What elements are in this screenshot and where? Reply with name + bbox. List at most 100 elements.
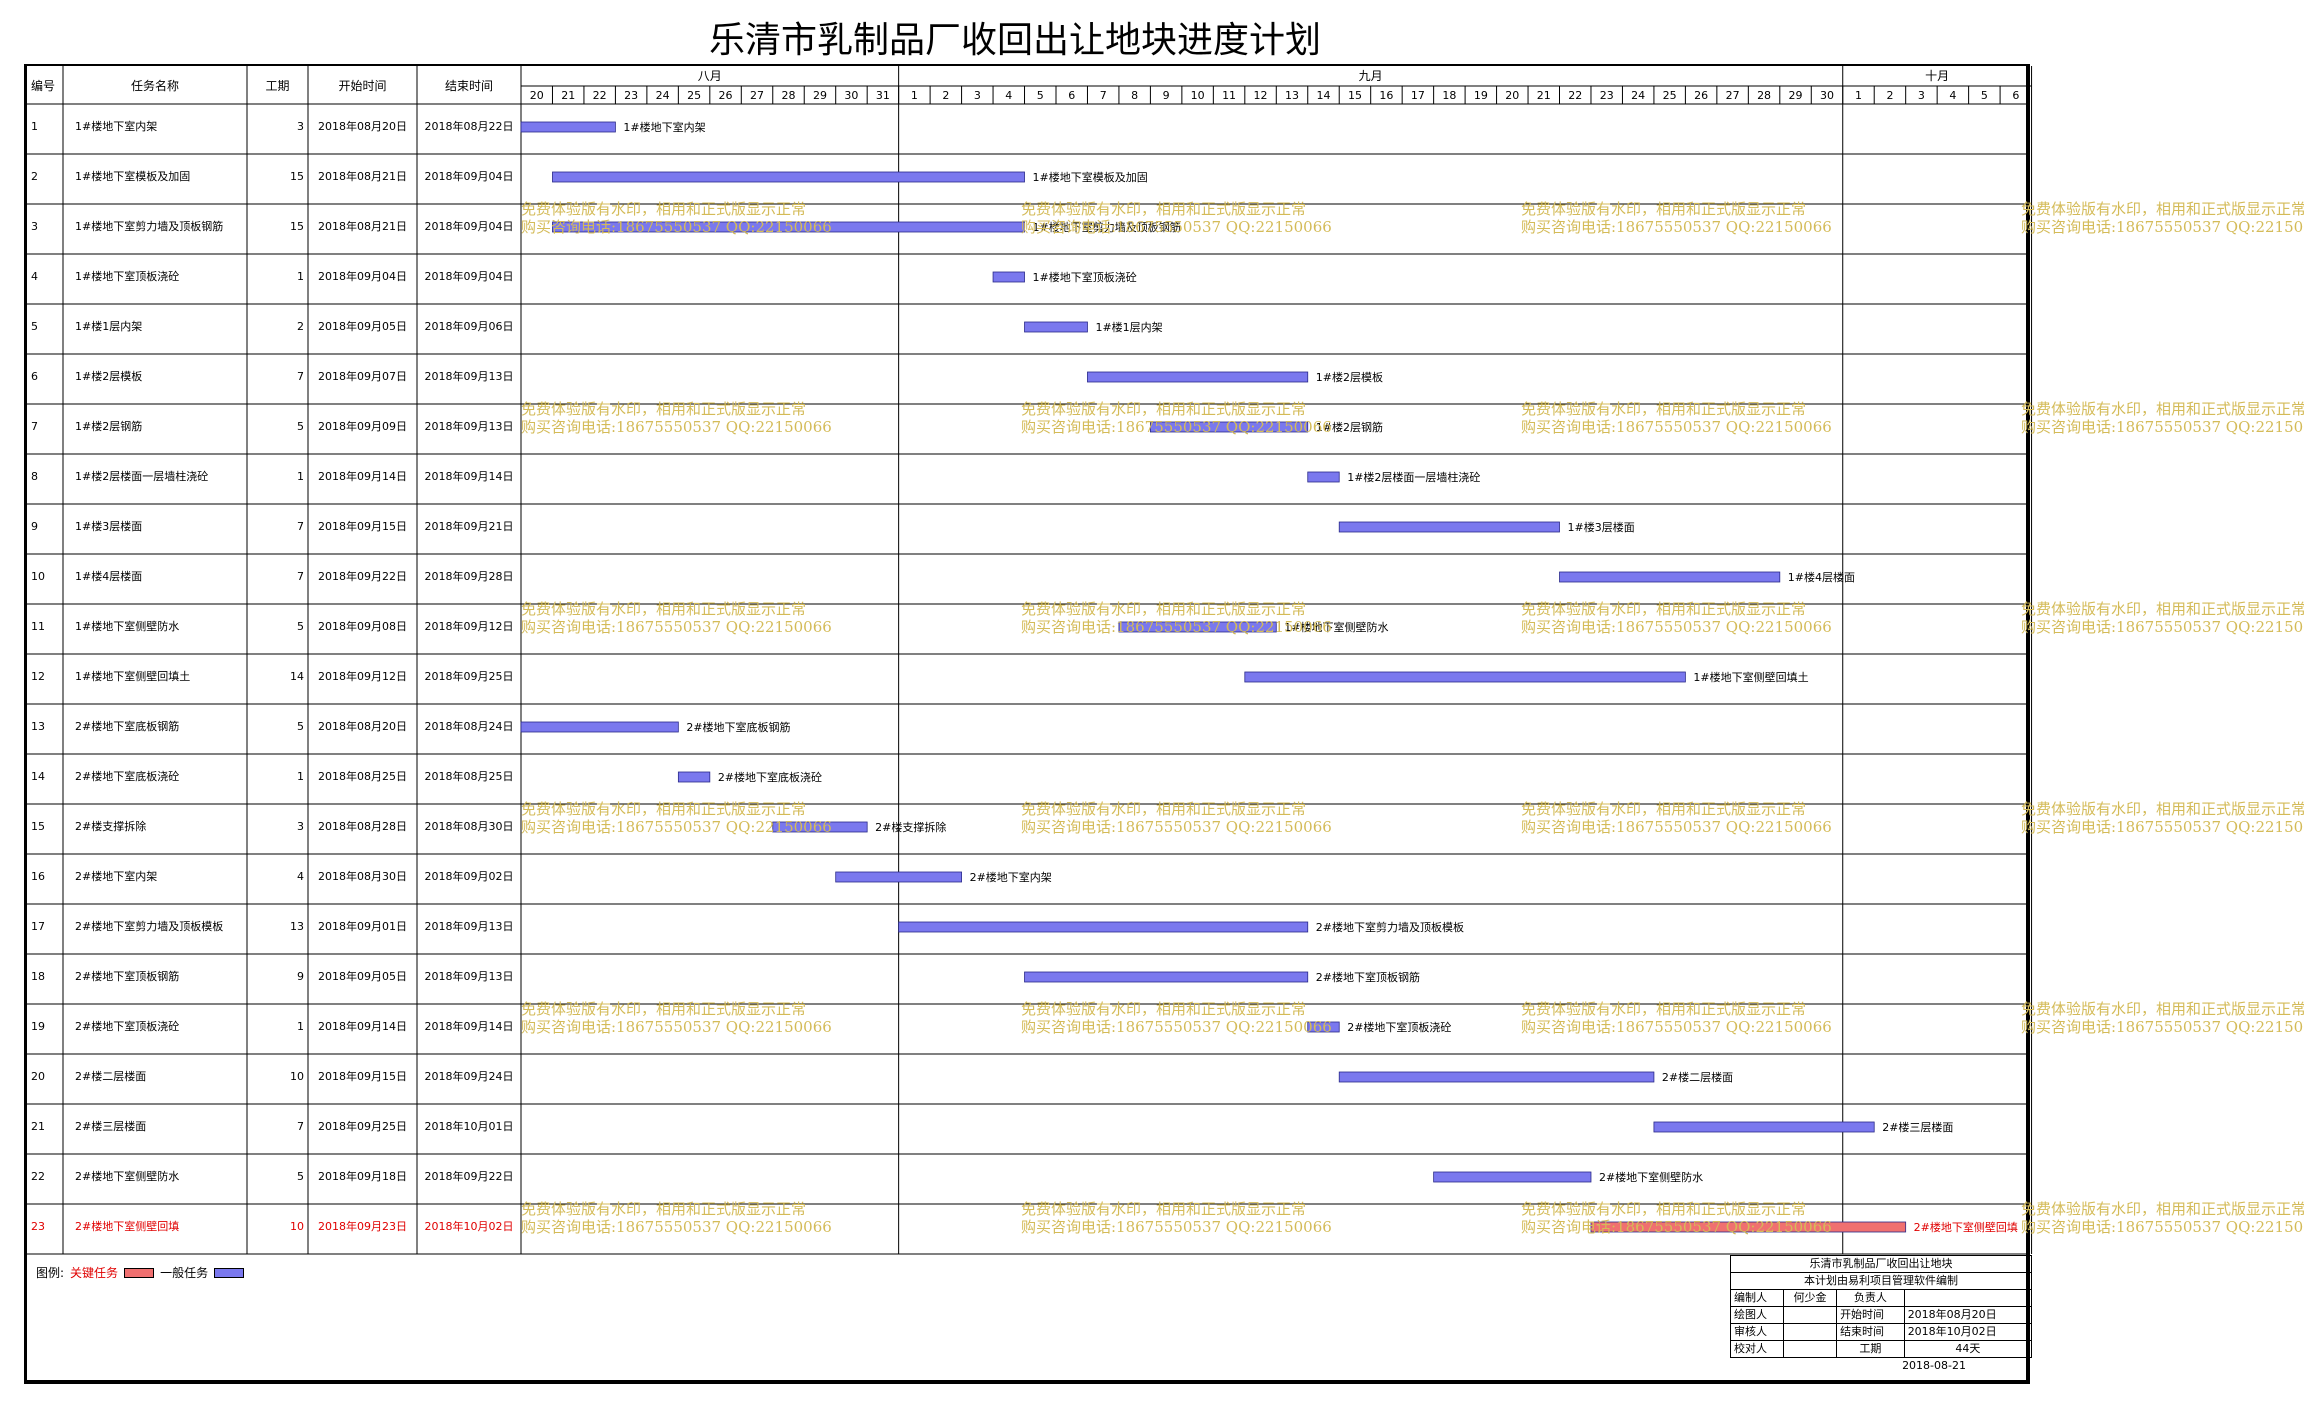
info-dur-label: 工期 — [1836, 1340, 1905, 1358]
day-tick-label: 6 — [1068, 89, 1075, 102]
task-no: 22 — [31, 1170, 45, 1183]
task-duration: 1 — [297, 770, 304, 783]
task-end: 2018年09月13日 — [425, 419, 514, 433]
task-no: 18 — [31, 970, 45, 983]
day-tick-label: 1 — [911, 89, 918, 102]
day-tick-label: 13 — [1285, 89, 1299, 102]
task-bar — [992, 271, 1025, 283]
task-no: 10 — [31, 570, 45, 583]
task-bar — [552, 171, 1025, 183]
day-tick-label: 30 — [1820, 89, 1834, 102]
task-no: 4 — [31, 270, 38, 283]
task-duration: 1 — [297, 470, 304, 483]
task-bar — [1307, 471, 1340, 483]
task-duration: 7 — [297, 570, 304, 583]
task-duration: 7 — [297, 520, 304, 533]
task-duration: 14 — [290, 670, 304, 683]
task-end: 2018年08月25日 — [425, 769, 514, 783]
info-block: 乐清市乳制品厂收回出让地块 本计划由易利项目管理软件编制 编制人 何少金 负责人… — [1729, 1255, 2033, 1374]
task-bar — [1338, 1071, 1655, 1083]
day-tick-label: 25 — [1663, 89, 1677, 102]
day-tick-label: 26 — [1694, 89, 1708, 102]
day-tick-label: 8 — [1131, 89, 1138, 102]
task-bar — [898, 921, 1309, 933]
task-start: 2018年09月01日 — [318, 919, 407, 933]
task-no: 7 — [31, 420, 38, 433]
task-duration: 5 — [297, 420, 304, 433]
task-bar — [1118, 621, 1277, 633]
info-end-label: 结束时间 — [1836, 1323, 1905, 1341]
day-tick-label: 5 — [1037, 89, 1044, 102]
task-duration: 15 — [290, 170, 304, 183]
task-duration: 13 — [290, 920, 304, 933]
task-no: 20 — [31, 1070, 45, 1083]
task-bar-label: 1#楼4层楼面 — [1788, 570, 1855, 584]
task-bar-label: 2#楼地下室内架 — [970, 870, 1052, 884]
task-start: 2018年09月15日 — [318, 1069, 407, 1083]
day-tick-label: 23 — [1600, 89, 1614, 102]
day-tick-label: 28 — [781, 89, 795, 102]
critical-task-bar — [1590, 1221, 1907, 1233]
task-start: 2018年08月28日 — [318, 819, 407, 833]
day-tick-label: 4 — [1949, 89, 1956, 102]
task-start: 2018年09月07日 — [318, 369, 407, 383]
day-tick-label: 5 — [1981, 89, 1988, 102]
task-start: 2018年08月21日 — [318, 169, 407, 183]
task-no: 19 — [31, 1020, 45, 1033]
task-end: 2018年09月04日 — [425, 269, 514, 283]
task-name: 2#楼地下室底板浇砼 — [75, 769, 179, 783]
task-start: 2018年09月09日 — [318, 419, 407, 433]
task-bar-label: 2#楼支撑拆除 — [875, 820, 946, 834]
task-no: 5 — [31, 320, 38, 333]
task-bar — [1338, 521, 1560, 533]
task-name: 1#楼2层楼面一层墙柱浇砼 — [75, 469, 208, 483]
legend: 图例: 关键任务 一般任务 — [36, 1265, 245, 1281]
task-start: 2018年08月30日 — [318, 869, 407, 883]
task-start: 2018年09月14日 — [318, 1019, 407, 1033]
task-end: 2018年09月12日 — [425, 619, 514, 633]
task-start: 2018年08月20日 — [318, 719, 407, 733]
info-dur: 44天 — [1903, 1340, 2033, 1358]
task-name: 2#楼地下室侧壁防水 — [75, 1169, 179, 1183]
day-tick-label: 10 — [1191, 89, 1205, 102]
task-duration: 15 — [290, 220, 304, 233]
info-editor: 何少金 — [1783, 1289, 1838, 1307]
task-no: 23 — [31, 1220, 45, 1233]
day-tick-label: 21 — [561, 89, 575, 102]
task-bar — [1653, 1121, 1875, 1133]
task-name: 1#楼2层钢筋 — [75, 419, 142, 433]
task-end: 2018年09月13日 — [425, 369, 514, 383]
day-tick-label: 24 — [1631, 89, 1645, 102]
task-bar — [552, 221, 1025, 233]
task-name: 2#楼地下室底板钢筋 — [75, 719, 179, 733]
task-end: 2018年08月22日 — [425, 119, 514, 133]
day-tick-label: 4 — [1005, 89, 1012, 102]
day-tick-label: 12 — [1254, 89, 1268, 102]
task-name: 1#楼4层楼面 — [75, 569, 142, 583]
task-duration: 7 — [297, 1120, 304, 1133]
task-name: 1#楼3层楼面 — [75, 519, 142, 533]
task-duration: 4 — [297, 870, 304, 883]
task-start: 2018年09月08日 — [318, 619, 407, 633]
task-end: 2018年09月13日 — [425, 919, 514, 933]
task-name: 2#楼地下室侧壁回填 — [75, 1219, 179, 1233]
column-header-no: 编号 — [31, 78, 55, 93]
info-checker — [1783, 1340, 1838, 1358]
task-name: 1#楼地下室模板及加固 — [75, 169, 190, 183]
task-start: 2018年09月18日 — [318, 1169, 407, 1183]
info-owner-label: 负责人 — [1836, 1289, 1905, 1307]
info-project: 乐清市乳制品厂收回出让地块 — [1730, 1255, 2032, 1273]
task-no: 14 — [31, 770, 45, 783]
task-start: 2018年09月05日 — [318, 319, 407, 333]
day-tick-label: 28 — [1757, 89, 1771, 102]
task-bar-label: 1#楼地下室顶板浇砼 — [1033, 270, 1137, 284]
task-no: 2 — [31, 170, 38, 183]
gantt-chart: 编号 任务名称 工期 开始时间 结束时间八月20 21 22 23 24 25 26 27 28 29 30… — [27, 66, 2033, 1255]
day-tick-label: 1 — [1855, 89, 1862, 102]
task-end: 2018年09月25日 — [425, 669, 514, 683]
task-end: 2018年10月01日 — [425, 1119, 514, 1133]
task-name: 2#楼地下室内架 — [75, 869, 157, 883]
task-name: 1#楼2层模板 — [75, 369, 142, 383]
task-name: 2#楼三层楼面 — [75, 1119, 146, 1133]
day-tick-label: 15 — [1348, 89, 1362, 102]
